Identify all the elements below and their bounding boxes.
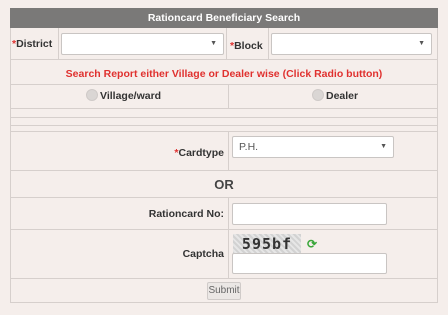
- block-select[interactable]: ▼: [271, 33, 432, 55]
- divider: [10, 28, 11, 302]
- district-select[interactable]: ▼: [61, 33, 224, 55]
- chevron-down-icon: ▼: [210, 40, 217, 48]
- village-radio-label: Village/ward: [100, 90, 162, 102]
- rationcard-label: Rationcard No:: [148, 208, 224, 220]
- divider: [226, 28, 227, 59]
- divider: [10, 108, 438, 109]
- divider: [228, 84, 229, 108]
- divider: [10, 131, 438, 132]
- divider: [10, 229, 438, 230]
- divider: [10, 278, 438, 279]
- chevron-down-icon: ▼: [380, 143, 387, 151]
- cardtype-label-text: Cardtype: [178, 147, 224, 159]
- divider: [10, 125, 438, 126]
- cardtype-select[interactable]: P.H. ▼: [232, 136, 394, 158]
- refresh-icon[interactable]: ⟳: [305, 236, 319, 252]
- district-label-text: District: [16, 38, 53, 50]
- divider: [228, 197, 229, 278]
- divider: [268, 28, 269, 59]
- divider: [10, 170, 438, 171]
- rationcard-input[interactable]: [232, 203, 387, 225]
- captcha-label: Captcha: [182, 248, 224, 260]
- dealer-radio[interactable]: [312, 89, 324, 101]
- cardtype-label: *Cardtype: [120, 145, 224, 161]
- divider: [228, 131, 229, 170]
- divider: [10, 84, 438, 85]
- captcha-image: 595bf: [233, 234, 301, 254]
- divider: [10, 59, 438, 60]
- divider: [58, 28, 59, 59]
- divider: [10, 302, 438, 303]
- form-title: Rationcard Beneficiary Search: [10, 8, 438, 28]
- divider: [437, 28, 438, 302]
- cardtype-value: P.H.: [239, 141, 259, 153]
- village-radio[interactable]: [86, 89, 98, 101]
- divider: [10, 117, 438, 118]
- search-notice: Search Report either Village or Dealer w…: [65, 68, 383, 80]
- submit-button[interactable]: Submit: [207, 282, 241, 300]
- chevron-down-icon: ▼: [418, 40, 425, 48]
- block-label: *Block: [230, 38, 270, 54]
- dealer-radio-option[interactable]: Dealer: [312, 88, 392, 104]
- block-label-text: Block: [234, 40, 263, 52]
- or-separator: OR: [214, 177, 234, 192]
- divider: [10, 197, 438, 198]
- captcha-input[interactable]: [232, 253, 387, 274]
- dealer-radio-label: Dealer: [326, 90, 359, 102]
- village-radio-option[interactable]: Village/ward: [86, 88, 206, 104]
- district-label: *District: [12, 36, 58, 52]
